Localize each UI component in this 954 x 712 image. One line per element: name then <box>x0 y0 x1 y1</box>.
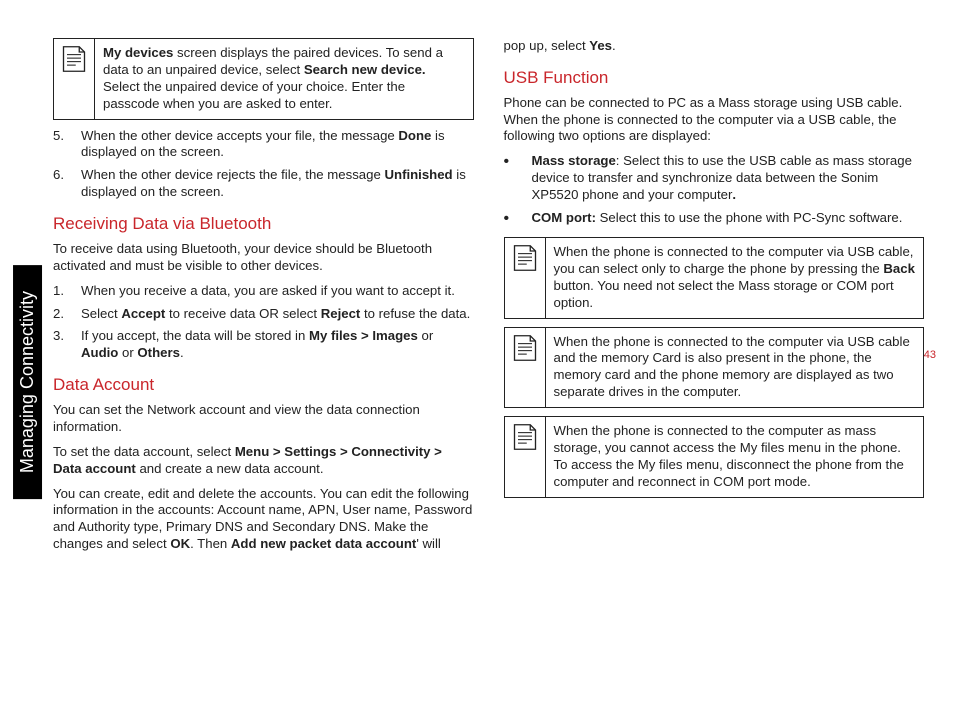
section-heading: USB Function <box>504 67 925 89</box>
list-item: 3. If you accept, the data will be store… <box>53 328 474 362</box>
list-body: Mass storage: Select this to use the USB… <box>532 153 925 204</box>
list-item: 6. When the other device rejects the fil… <box>53 167 474 201</box>
list-number: 3. <box>53 328 81 362</box>
note-icon <box>511 423 539 451</box>
note-text: When the phone is connected to the compu… <box>546 417 924 497</box>
list-number: 5. <box>53 128 81 162</box>
bullet-icon: • <box>504 153 532 204</box>
list-body: Select Accept to receive data OR select … <box>81 306 474 323</box>
paragraph: pop up, select Yes. <box>504 38 925 55</box>
list-item: 2. Select Accept to receive data OR sele… <box>53 306 474 323</box>
note-box: When the phone is connected to the compu… <box>504 327 925 409</box>
ordered-list: 1. When you receive a data, you are aske… <box>53 283 474 363</box>
list-body: COM port: Select this to use the phone w… <box>532 210 925 227</box>
side-tab: Managing Connectivity <box>13 265 42 499</box>
list-item: 1. When you receive a data, you are aske… <box>53 283 474 300</box>
note-text: When the phone is connected to the compu… <box>546 238 924 318</box>
list-item: • COM port: Select this to use the phone… <box>504 210 925 227</box>
note-text: When the phone is connected to the compu… <box>546 328 924 408</box>
paragraph: Phone can be connected to PC as a Mass s… <box>504 95 925 146</box>
column-right: pop up, select Yes. USB Function Phone c… <box>504 38 925 561</box>
paragraph: You can set the Network account and view… <box>53 402 474 436</box>
list-body: When the other device accepts your file,… <box>81 128 474 162</box>
paragraph: You can create, edit and delete the acco… <box>53 486 474 554</box>
list-body: If you accept, the data will be stored i… <box>81 328 474 362</box>
page-number: 43 <box>924 348 936 362</box>
section-heading: Data Account <box>53 374 474 396</box>
note-text: My devices screen displays the paired de… <box>95 39 473 119</box>
list-number: 1. <box>53 283 81 300</box>
note-icon <box>511 334 539 362</box>
note-icon-cell <box>505 328 546 408</box>
list-body: When the other device rejects the file, … <box>81 167 474 201</box>
note-icon-cell <box>505 417 546 497</box>
page-content: My devices screen displays the paired de… <box>0 0 954 581</box>
list-item: • Mass storage: Select this to use the U… <box>504 153 925 204</box>
list-number: 2. <box>53 306 81 323</box>
paragraph: To receive data using Bluetooth, your de… <box>53 241 474 275</box>
note-icon <box>511 244 539 272</box>
list-body: When you receive a data, you are asked i… <box>81 283 474 300</box>
bullet-list: • Mass storage: Select this to use the U… <box>504 153 925 227</box>
note-box: My devices screen displays the paired de… <box>53 38 474 120</box>
note-icon-cell <box>505 238 546 318</box>
note-box: When the phone is connected to the compu… <box>504 416 925 498</box>
bullet-icon: • <box>504 210 532 227</box>
list-number: 6. <box>53 167 81 201</box>
note-box: When the phone is connected to the compu… <box>504 237 925 319</box>
column-left: My devices screen displays the paired de… <box>53 38 474 561</box>
note-icon <box>60 45 88 73</box>
ordered-list: 5. When the other device accepts your fi… <box>53 128 474 202</box>
paragraph: To set the data account, select Menu > S… <box>53 444 474 478</box>
list-item: 5. When the other device accepts your fi… <box>53 128 474 162</box>
section-heading: Receiving Data via Bluetooth <box>53 213 474 235</box>
note-icon-cell <box>54 39 95 119</box>
